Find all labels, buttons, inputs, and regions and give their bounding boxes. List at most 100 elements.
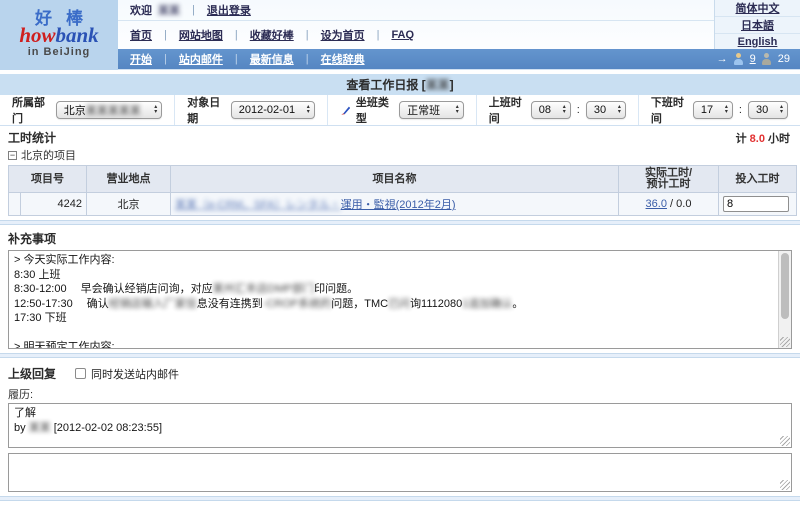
menu-news-link[interactable]: 最新信息 xyxy=(250,51,294,67)
collapse-icon[interactable]: − xyxy=(8,151,17,160)
text-segment: 運用・監視(2012年2月) xyxy=(341,199,456,211)
shift-type-label: 坐班类型 xyxy=(356,94,393,126)
start-hour-select[interactable]: 08 xyxy=(531,101,571,119)
total-count: 29 xyxy=(778,53,790,65)
nav-sitemap-link[interactable]: 网站地图 xyxy=(179,27,223,43)
hours-separator: / xyxy=(670,198,673,210)
select-arrows-icon xyxy=(154,105,157,115)
resize-grip-icon[interactable] xyxy=(780,480,790,490)
header-right: 欢迎 某某 | 退出登录 首页 | 网站地图 | 收藏好棒 | 设为首页 | F… xyxy=(118,0,800,69)
select-arrows-icon xyxy=(456,105,459,115)
menu-mail-link[interactable]: 站内邮件 xyxy=(179,51,223,67)
scrollbar[interactable] xyxy=(778,251,791,348)
welcome-label: 欢迎 xyxy=(130,2,152,18)
start-minute-select[interactable]: 30 xyxy=(586,101,626,119)
send-mail-checkbox-label: 同时发送站内邮件 xyxy=(91,366,179,382)
project-link[interactable]: 某某（e-CRM、SFA）レンタル・運用・監視(2012年2月) xyxy=(175,199,456,211)
history-line: by 某某 [2012-02-02 08:23:55] xyxy=(14,421,786,436)
date-group: 对象日期 2012-02-01 xyxy=(175,95,328,125)
hours-title: 工时统计 xyxy=(8,129,56,146)
logo[interactable]: 好棒 howbank in BeiJing xyxy=(0,0,118,70)
nav-set-homepage-link[interactable]: 设为首页 xyxy=(321,27,365,43)
resize-grip-icon[interactable] xyxy=(780,337,790,347)
end-time-group: 下班时间 17 : 30 xyxy=(639,95,800,125)
shift-type-select[interactable]: 正常班 xyxy=(399,101,464,119)
start-minute-value: 30 xyxy=(594,104,606,116)
date-value: 2012-02-01 xyxy=(239,104,295,116)
supplement-textarea[interactable]: > 今天实际工作内容:8:30 上班8:30-12:00 早会确认经销店问询，对… xyxy=(8,250,792,349)
text-line: 12:50-17:30 确认经销店输入厂家信息没有连携到-CROP系统的问题，T… xyxy=(14,297,771,312)
table-row: 4242 北京 某某（e-CRM、SFA）レンタル・運用・監視(2012年2月)… xyxy=(9,193,797,216)
nav-faq-link[interactable]: FAQ xyxy=(391,29,414,41)
input-hours-field[interactable] xyxy=(723,196,789,212)
redacted-text: 1追加确认 xyxy=(462,298,512,310)
new-reply-textarea[interactable] xyxy=(8,453,792,492)
logout-link[interactable]: 退出登录 xyxy=(207,2,251,18)
col-location: 营业地点 xyxy=(87,166,171,193)
shift-type-group: 坐班类型 正常班 xyxy=(328,95,477,125)
lang-english-link[interactable]: English xyxy=(738,36,778,48)
divider: | xyxy=(229,53,244,65)
shift-type-value: 正常班 xyxy=(407,102,440,118)
redacted-text: -CROP系统的 xyxy=(263,298,331,310)
text-segment: 印问题。 xyxy=(314,283,358,295)
input-hours-cell xyxy=(719,193,797,216)
divider: | xyxy=(186,4,201,16)
project-id-cell: 4242 xyxy=(21,193,87,216)
lang-chinese-link[interactable]: 简体中文 xyxy=(736,0,780,16)
end-hour-select[interactable]: 17 xyxy=(693,101,733,119)
reply-title: 上级回复 xyxy=(8,365,56,382)
text-line xyxy=(14,326,771,341)
table-header-row: 项目号 营业地点 项目名称 实际工时/ 预计工时 投入工时 xyxy=(9,166,797,193)
welcome-username: 某某 xyxy=(158,2,180,18)
actual-hours-link[interactable]: 36.0 xyxy=(646,198,667,210)
send-mail-checkbox[interactable] xyxy=(75,368,86,379)
end-hour-value: 17 xyxy=(701,104,713,116)
menu-start-link[interactable]: 开始 xyxy=(130,51,152,67)
history-timestamp: [2012-02-02 08:23:55] xyxy=(54,422,162,434)
menu-dictionary-link[interactable]: 在线辞典 xyxy=(321,51,365,67)
text-line: > 今天实际工作内容: xyxy=(14,253,771,268)
location-cell: 北京 xyxy=(87,193,171,216)
start-time-label: 上班时间 xyxy=(489,94,525,126)
planned-hours: 0.0 xyxy=(676,198,691,210)
resize-grip-icon[interactable] xyxy=(780,436,790,446)
select-arrows-icon xyxy=(618,105,621,115)
department-select[interactable]: 北京某某某某某 xyxy=(56,101,162,119)
section-separator xyxy=(0,220,800,225)
edit-icon xyxy=(340,104,350,116)
divider: | xyxy=(300,29,315,41)
hours-cell: 36.0 / 0.0 xyxy=(619,193,719,216)
end-minute-value: 30 xyxy=(756,104,768,116)
redacted-text: 某某 xyxy=(175,199,197,211)
col-input-hours: 投入工时 xyxy=(719,166,797,193)
lang-japanese-link[interactable]: 日本語 xyxy=(741,17,774,33)
hours-total-label: 计 xyxy=(736,133,747,145)
text-segment: 8:30-12:00 早会确认经销店问询，对应 xyxy=(14,283,213,295)
date-select[interactable]: 2012-02-01 xyxy=(231,101,315,119)
hours-section-header: 工时统计 计 8.0 小时 xyxy=(0,126,800,147)
redacted-text: 经销店输入厂家信 xyxy=(109,298,197,310)
text-segment: 问题，TMC xyxy=(331,298,388,310)
online-count[interactable]: 9 xyxy=(750,53,756,65)
page-title: 查看工作日报 [ 某某 ] xyxy=(0,74,800,95)
end-minute-select[interactable]: 30 xyxy=(748,101,788,119)
arrow-icon: → xyxy=(717,53,728,65)
start-hour-value: 08 xyxy=(539,104,551,116)
department-group: 所属部门 北京某某某某某 xyxy=(0,95,175,125)
hours-total-value: 8.0 xyxy=(750,133,765,145)
text-line: 17:30 下班 xyxy=(14,311,771,326)
select-arrows-icon xyxy=(780,105,783,115)
select-arrows-icon xyxy=(307,105,310,115)
nav-bookmark-link[interactable]: 收藏好棒 xyxy=(250,27,294,43)
department-value-redacted: 某某某某某 xyxy=(86,105,141,117)
nav-home-link[interactable]: 首页 xyxy=(130,27,152,43)
logo-location: in BeiJing xyxy=(0,46,118,58)
online-users: → 9 29 xyxy=(717,53,790,65)
logo-wordmark: howbank xyxy=(0,25,118,45)
divider: | xyxy=(229,29,244,41)
scrollbar-thumb[interactable] xyxy=(781,253,789,319)
history-label: 履历: xyxy=(0,384,800,403)
user-online-icon xyxy=(734,53,744,65)
history-textarea[interactable]: 了解 by 某某 [2012-02-02 08:23:55] xyxy=(8,403,792,448)
